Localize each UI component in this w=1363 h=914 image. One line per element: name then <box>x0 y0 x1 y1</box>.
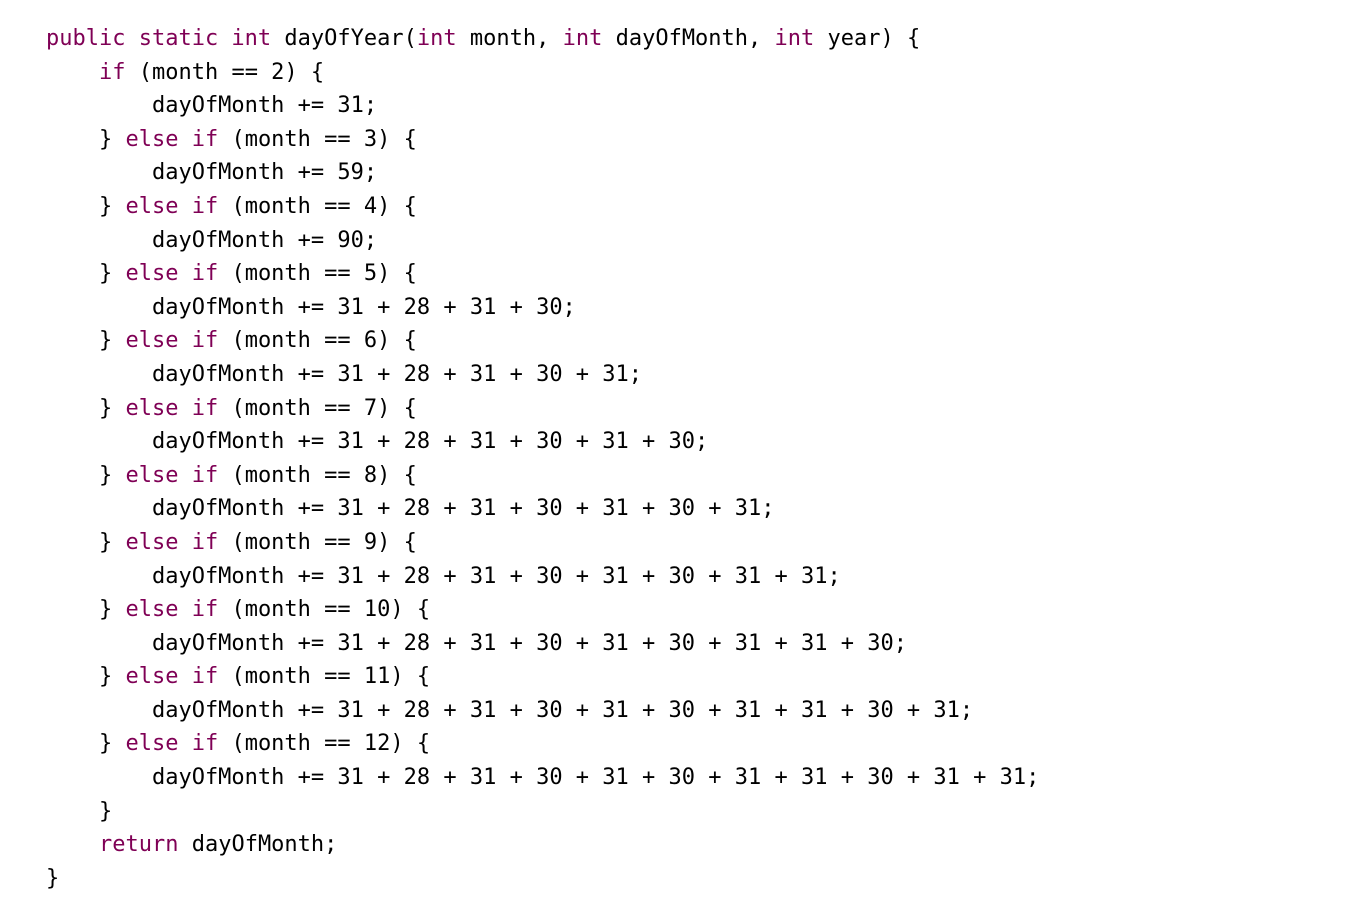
code-keyword: else if <box>125 193 219 219</box>
code-line: public static int dayOfYear(int month, i… <box>46 22 1346 56</box>
code-line: } else if (month == 11) { <box>46 660 1346 694</box>
code-keyword: return <box>98 832 179 858</box>
code-text: } <box>46 126 126 152</box>
code-text: (month == 3) { <box>218 126 417 152</box>
code-text: } <box>46 597 126 623</box>
code-line: } <box>46 795 1346 829</box>
code-keyword: public static int <box>46 26 272 51</box>
code-line: dayOfMonth += 31 + 28 + 31 + 30 + 31 + 3… <box>46 560 1346 594</box>
code-text: (month == 9) { <box>218 529 417 555</box>
code-line: } else if (month == 4) { <box>46 190 1346 224</box>
code-line: } else if (month == 5) { <box>46 257 1346 291</box>
code-text: } <box>46 328 126 354</box>
code-line: return dayOfMonth; <box>46 828 1346 862</box>
code-text: dayOfMonth += 31; <box>46 93 378 119</box>
code-text: month, <box>456 26 563 51</box>
code-keyword: else if <box>125 529 219 555</box>
code-text: dayOfYear( <box>271 26 417 51</box>
code-keyword: else if <box>125 462 219 488</box>
code-text: } <box>46 731 126 757</box>
code-text: } <box>46 462 126 488</box>
code-line: dayOfMonth += 31 + 28 + 31 + 30; <box>46 291 1346 325</box>
code-text: dayOfMonth, <box>602 26 775 51</box>
code-text: (month == 8) { <box>218 462 417 488</box>
code-keyword: else if <box>125 328 219 354</box>
code-line: dayOfMonth += 31 + 28 + 31 + 30 + 31 + 3… <box>46 425 1346 459</box>
code-line: } else if (month == 10) { <box>46 593 1346 627</box>
code-text: year) { <box>814 26 921 51</box>
code-keyword: else if <box>125 597 219 623</box>
code-line: dayOfMonth += 31; <box>46 89 1346 123</box>
code-keyword: if <box>98 59 126 85</box>
code-line: dayOfMonth += 31 + 28 + 31 + 30 + 31 + 3… <box>46 761 1346 795</box>
code-text: dayOfMonth; <box>178 832 338 858</box>
code-line: dayOfMonth += 31 + 28 + 31 + 30 + 31; <box>46 358 1346 392</box>
code-keyword: else if <box>125 395 219 421</box>
code-line: } <box>46 862 1346 896</box>
code-text: dayOfMonth += 31 + 28 + 31 + 30 + 31 + 3… <box>46 697 974 723</box>
code-text: (month == 7) { <box>218 395 417 421</box>
code-block: public static int dayOfYear(int month, i… <box>46 22 1346 895</box>
code-line: } else if (month == 9) { <box>46 526 1346 560</box>
code-text: (month == 2) { <box>125 59 325 85</box>
code-text: (month == 4) { <box>218 193 417 219</box>
code-text: } <box>46 798 113 824</box>
code-keyword: int <box>416 26 457 51</box>
code-line: dayOfMonth += 31 + 28 + 31 + 30 + 31 + 3… <box>46 627 1346 661</box>
code-line: if (month == 2) { <box>46 56 1346 90</box>
code-text: } <box>46 865 60 891</box>
code-line: } else if (month == 12) { <box>46 727 1346 761</box>
code-text: } <box>46 529 126 555</box>
code-text: } <box>46 395 126 421</box>
code-keyword: else if <box>125 664 219 690</box>
code-text: } <box>46 261 126 287</box>
code-text: dayOfMonth += 31 + 28 + 31 + 30 + 31 + 3… <box>46 496 775 522</box>
code-keyword: else if <box>125 126 219 152</box>
code-line: } else if (month == 7) { <box>46 392 1346 426</box>
code-text: dayOfMonth += 31 + 28 + 31 + 30 + 31 + 3… <box>46 765 1040 791</box>
code-keyword: int <box>774 26 815 51</box>
code-text: (month == 10) { <box>218 597 431 623</box>
code-text: dayOfMonth += 31 + 28 + 31 + 30 + 31 + 3… <box>46 630 907 656</box>
code-line: dayOfMonth += 31 + 28 + 31 + 30 + 31 + 3… <box>46 492 1346 526</box>
code-text: } <box>46 664 126 690</box>
code-text: dayOfMonth += 59; <box>46 160 378 186</box>
code-text: } <box>46 193 126 219</box>
code-text: dayOfMonth += 90; <box>46 227 378 253</box>
code-text: (month == 5) { <box>218 261 417 287</box>
code-keyword: else if <box>125 261 219 287</box>
code-text: dayOfMonth += 31 + 28 + 31 + 30 + 31; <box>46 361 643 387</box>
code-line: } else if (month == 3) { <box>46 123 1346 157</box>
code-keyword: int <box>562 26 603 51</box>
code-text: dayOfMonth += 31 + 28 + 31 + 30 + 31 + 3… <box>46 563 841 589</box>
code-line: } else if (month == 8) { <box>46 459 1346 493</box>
code-line: dayOfMonth += 90; <box>46 224 1346 258</box>
code-line: dayOfMonth += 31 + 28 + 31 + 30 + 31 + 3… <box>46 694 1346 728</box>
code-text: (month == 6) { <box>218 328 417 354</box>
code-text: dayOfMonth += 31 + 28 + 31 + 30; <box>46 294 576 320</box>
code-line: dayOfMonth += 59; <box>46 156 1346 190</box>
code-keyword: else if <box>125 731 219 757</box>
code-line: } else if (month == 6) { <box>46 324 1346 358</box>
code-text: (month == 12) { <box>218 731 431 757</box>
code-text: (month == 11) { <box>218 664 431 690</box>
code-text: dayOfMonth += 31 + 28 + 31 + 30 + 31 + 3… <box>46 429 709 455</box>
